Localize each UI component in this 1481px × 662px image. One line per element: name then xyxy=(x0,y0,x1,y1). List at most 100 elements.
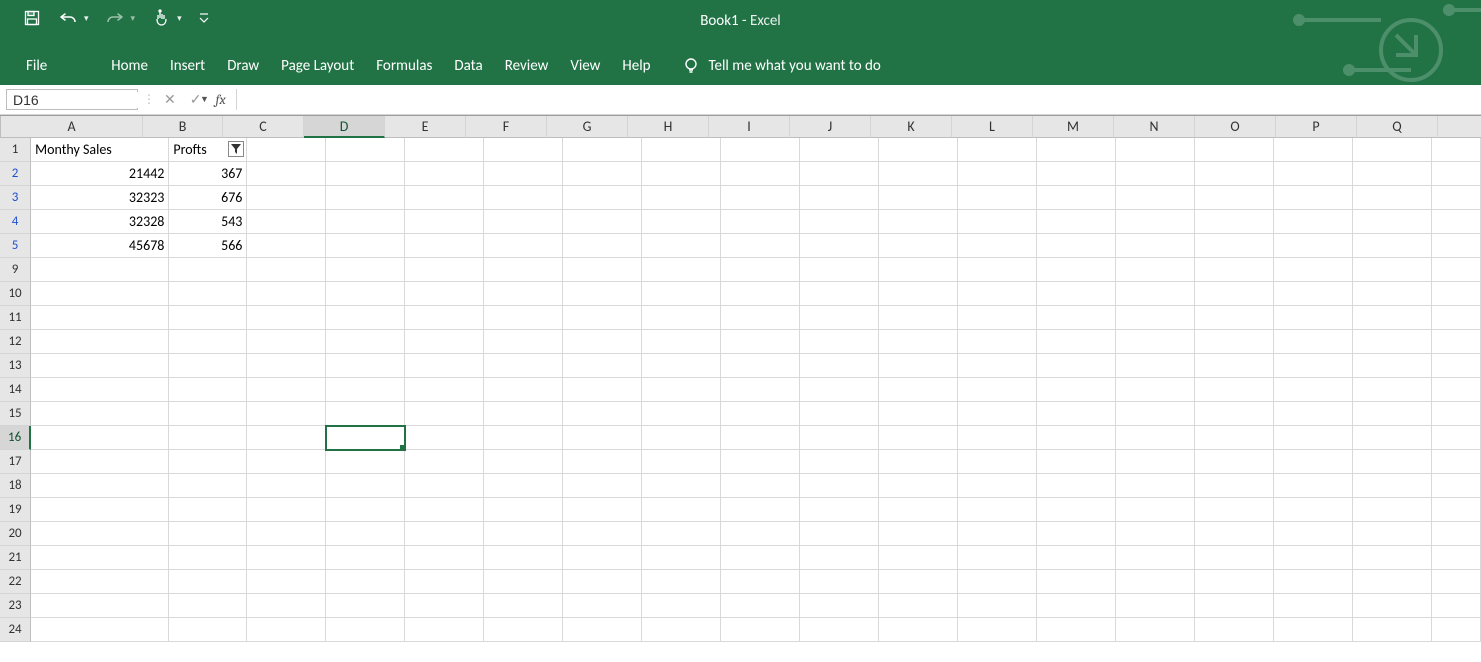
cell-C2[interactable] xyxy=(247,162,326,186)
cell-O9[interactable] xyxy=(1195,258,1274,282)
cell-C3[interactable] xyxy=(247,186,326,210)
cell-K20[interactable] xyxy=(879,522,958,546)
tab-draw[interactable]: Draw xyxy=(227,53,259,79)
cell-D23[interactable] xyxy=(326,594,405,618)
row-header-15[interactable]: 15 xyxy=(0,402,31,426)
cell-N11[interactable] xyxy=(1116,306,1195,330)
cell-N22[interactable] xyxy=(1116,570,1195,594)
cell-K24[interactable] xyxy=(879,618,958,642)
cell-M4[interactable] xyxy=(1037,210,1116,234)
cell-N15[interactable] xyxy=(1116,402,1195,426)
col-header-Q[interactable]: Q xyxy=(1357,116,1438,138)
tab-page-layout[interactable]: Page Layout xyxy=(281,53,354,79)
row-header-23[interactable]: 23 xyxy=(0,594,31,618)
cell-L13[interactable] xyxy=(958,354,1037,378)
cell-O22[interactable] xyxy=(1195,570,1274,594)
cell-I13[interactable] xyxy=(721,354,800,378)
cell-D9[interactable] xyxy=(326,258,405,282)
cell-A23[interactable] xyxy=(31,594,169,618)
tab-data[interactable]: Data xyxy=(454,53,482,79)
cell-N16[interactable] xyxy=(1116,426,1195,450)
cell-O21[interactable] xyxy=(1195,546,1274,570)
col-header-D[interactable]: D xyxy=(304,116,385,138)
cell-I18[interactable] xyxy=(721,474,800,498)
cell-M3[interactable] xyxy=(1037,186,1116,210)
cell-A20[interactable] xyxy=(31,522,169,546)
cell-L3[interactable] xyxy=(958,186,1037,210)
cell-O23[interactable] xyxy=(1195,594,1274,618)
cell-I9[interactable] xyxy=(721,258,800,282)
cell-P10[interactable] xyxy=(1274,282,1353,306)
cell-C15[interactable] xyxy=(247,402,326,426)
cell-B12[interactable] xyxy=(169,330,247,354)
cell-D10[interactable] xyxy=(326,282,405,306)
row-header-22[interactable]: 22 xyxy=(0,570,31,594)
cell-P4[interactable] xyxy=(1274,210,1353,234)
cell-M2[interactable] xyxy=(1037,162,1116,186)
cell-J15[interactable] xyxy=(800,402,879,426)
cell-J9[interactable] xyxy=(800,258,879,282)
cell-J12[interactable] xyxy=(800,330,879,354)
cell-N20[interactable] xyxy=(1116,522,1195,546)
cell-K1[interactable] xyxy=(879,138,958,162)
insert-function-icon[interactable]: fx xyxy=(215,91,225,108)
cell-E1[interactable] xyxy=(405,138,484,162)
col-header-N[interactable]: N xyxy=(1114,116,1195,138)
cell-A1[interactable]: Monthy Sales xyxy=(31,138,169,162)
cell-G16[interactable] xyxy=(563,426,642,450)
cell-H19[interactable] xyxy=(642,498,721,522)
cell-A22[interactable] xyxy=(31,570,169,594)
cell-H11[interactable] xyxy=(642,306,721,330)
cell-O4[interactable] xyxy=(1195,210,1274,234)
cell-P17[interactable] xyxy=(1274,450,1353,474)
cell-D20[interactable] xyxy=(326,522,405,546)
cell-P23[interactable] xyxy=(1274,594,1353,618)
cell-D15[interactable] xyxy=(326,402,405,426)
cell-L5[interactable] xyxy=(958,234,1037,258)
cell-A15[interactable] xyxy=(31,402,169,426)
cell-F9[interactable] xyxy=(484,258,563,282)
cell-Q1[interactable] xyxy=(1353,138,1432,162)
cell-F13[interactable] xyxy=(484,354,563,378)
cell-L12[interactable] xyxy=(958,330,1037,354)
cell-F20[interactable] xyxy=(484,522,563,546)
cell-I15[interactable] xyxy=(721,402,800,426)
cell-A10[interactable] xyxy=(31,282,169,306)
cell-P3[interactable] xyxy=(1274,186,1353,210)
row-header-5[interactable]: 5 xyxy=(0,234,31,258)
cell-F21[interactable] xyxy=(484,546,563,570)
cell-Q5[interactable] xyxy=(1353,234,1432,258)
cell-I4[interactable] xyxy=(721,210,800,234)
cell-N23[interactable] xyxy=(1116,594,1195,618)
cell-H5[interactable] xyxy=(642,234,721,258)
row-header-17[interactable]: 17 xyxy=(0,450,31,474)
cell-K5[interactable] xyxy=(879,234,958,258)
row-header-10[interactable]: 10 xyxy=(0,282,31,306)
cell-C21[interactable] xyxy=(247,546,326,570)
cell-partial-3[interactable] xyxy=(1432,186,1481,210)
cell-J20[interactable] xyxy=(800,522,879,546)
cell-partial-12[interactable] xyxy=(1432,330,1481,354)
cell-N12[interactable] xyxy=(1116,330,1195,354)
cell-K18[interactable] xyxy=(879,474,958,498)
cell-L16[interactable] xyxy=(958,426,1037,450)
cell-O10[interactable] xyxy=(1195,282,1274,306)
cell-P13[interactable] xyxy=(1274,354,1353,378)
cell-E2[interactable] xyxy=(405,162,484,186)
cell-L2[interactable] xyxy=(958,162,1037,186)
row-header-3[interactable]: 3 xyxy=(0,186,31,210)
cell-Q9[interactable] xyxy=(1353,258,1432,282)
cell-I22[interactable] xyxy=(721,570,800,594)
cell-K21[interactable] xyxy=(879,546,958,570)
cell-D3[interactable] xyxy=(326,186,405,210)
cell-D22[interactable] xyxy=(326,570,405,594)
cell-F1[interactable] xyxy=(484,138,563,162)
col-header-E[interactable]: E xyxy=(385,116,466,138)
cell-A14[interactable] xyxy=(31,378,169,402)
cell-Q18[interactable] xyxy=(1353,474,1432,498)
cell-J18[interactable] xyxy=(800,474,879,498)
cell-B14[interactable] xyxy=(169,378,247,402)
cell-A4[interactable]: 32328 xyxy=(31,210,169,234)
col-header-P[interactable]: P xyxy=(1276,116,1357,138)
cell-N9[interactable] xyxy=(1116,258,1195,282)
